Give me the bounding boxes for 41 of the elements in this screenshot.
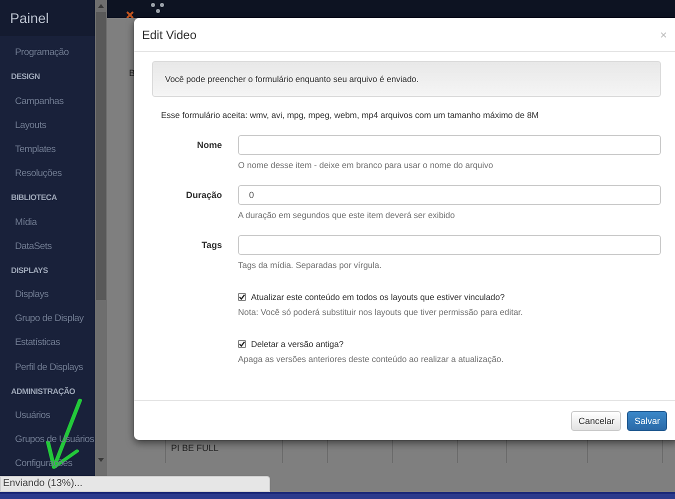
table-cell-text: PI BE FULL	[170, 442, 220, 455]
sidebar-item[interactable]: Campanhas	[0, 89, 95, 114]
sidebar-title: Painel	[0, 0, 95, 36]
sidebar-item[interactable]: Perfil de Displays	[0, 355, 95, 380]
field-label: Nome	[196, 139, 222, 152]
sidebar-item[interactable]: Resoluções	[0, 162, 95, 186]
checkbox[interactable]	[238, 340, 246, 348]
input-field[interactable]	[238, 235, 661, 255]
field-label: Tags	[200, 239, 222, 252]
info-alert: Você pode preencher o formulário enquanto seu arquivo é enviado.	[152, 61, 661, 97]
help-text: Apaga as versões anteriores deste conteúdo ao realizar a atualização.	[238, 354, 505, 364]
scrollbar[interactable]	[95, 0, 107, 476]
sidebar-item[interactable]: Layouts	[0, 113, 95, 138]
field-label: Duração	[184, 189, 222, 202]
help-text: Tags da mídia. Separadas por vírgula.	[238, 260, 383, 270]
sidebar-item[interactable]: Programação	[0, 40, 95, 65]
form-intro: Esse formulário aceita: wmv, avi, mpg, mpeg, webm, mp4 arquivos com um tamanho máximo de 8M	[161, 110, 540, 120]
sidebar-item[interactable]: DataSets	[0, 234, 95, 258]
sidebar-item[interactable]: Grupo de Display	[0, 306, 95, 331]
input-field[interactable]	[238, 135, 661, 155]
dialog-title: Edit Video	[142, 28, 196, 42]
save-button[interactable]: Salvar	[627, 410, 667, 430]
close-button[interactable]: ×	[660, 28, 667, 42]
sidebar-item[interactable]: Usuários	[0, 403, 95, 428]
upload-status: Enviando (13%)...	[0, 476, 270, 492]
sidebar-item[interactable]: Templates	[0, 137, 95, 162]
help-text: Nota: Você só poderá substituir nos layouts que tiver permissão para editar.	[238, 307, 524, 317]
input-field[interactable]: 0	[238, 185, 661, 205]
sidebar-section-heading: DESIGN	[10, 71, 41, 84]
sidebar-item[interactable]: Estatísticas	[0, 330, 95, 356]
cancel-button[interactable]: Cancelar	[571, 410, 622, 430]
sidebar-section-heading: ADMINISTRAÇÃO	[10, 386, 76, 398]
checkbox-label: Atualizar este conteúdo em todos os layouts que estiver vinculado?	[251, 292, 505, 302]
sidebar-section-heading: DISPLAYS	[10, 264, 49, 277]
sidebar-item[interactable]: Displays	[0, 282, 95, 307]
help-text: A duração em segundos que este item deverá ser exibido	[238, 210, 456, 220]
sidebar-item[interactable]: Mídia	[0, 210, 95, 234]
checkbox-label: Deletar a versão antiga?	[251, 339, 344, 349]
checkbox[interactable]	[238, 293, 246, 301]
help-text: O nome desse item - deixe em branco para usar o nome do arquivo	[238, 160, 494, 170]
sidebar-section-heading: BIBLIOTECA	[10, 192, 58, 204]
